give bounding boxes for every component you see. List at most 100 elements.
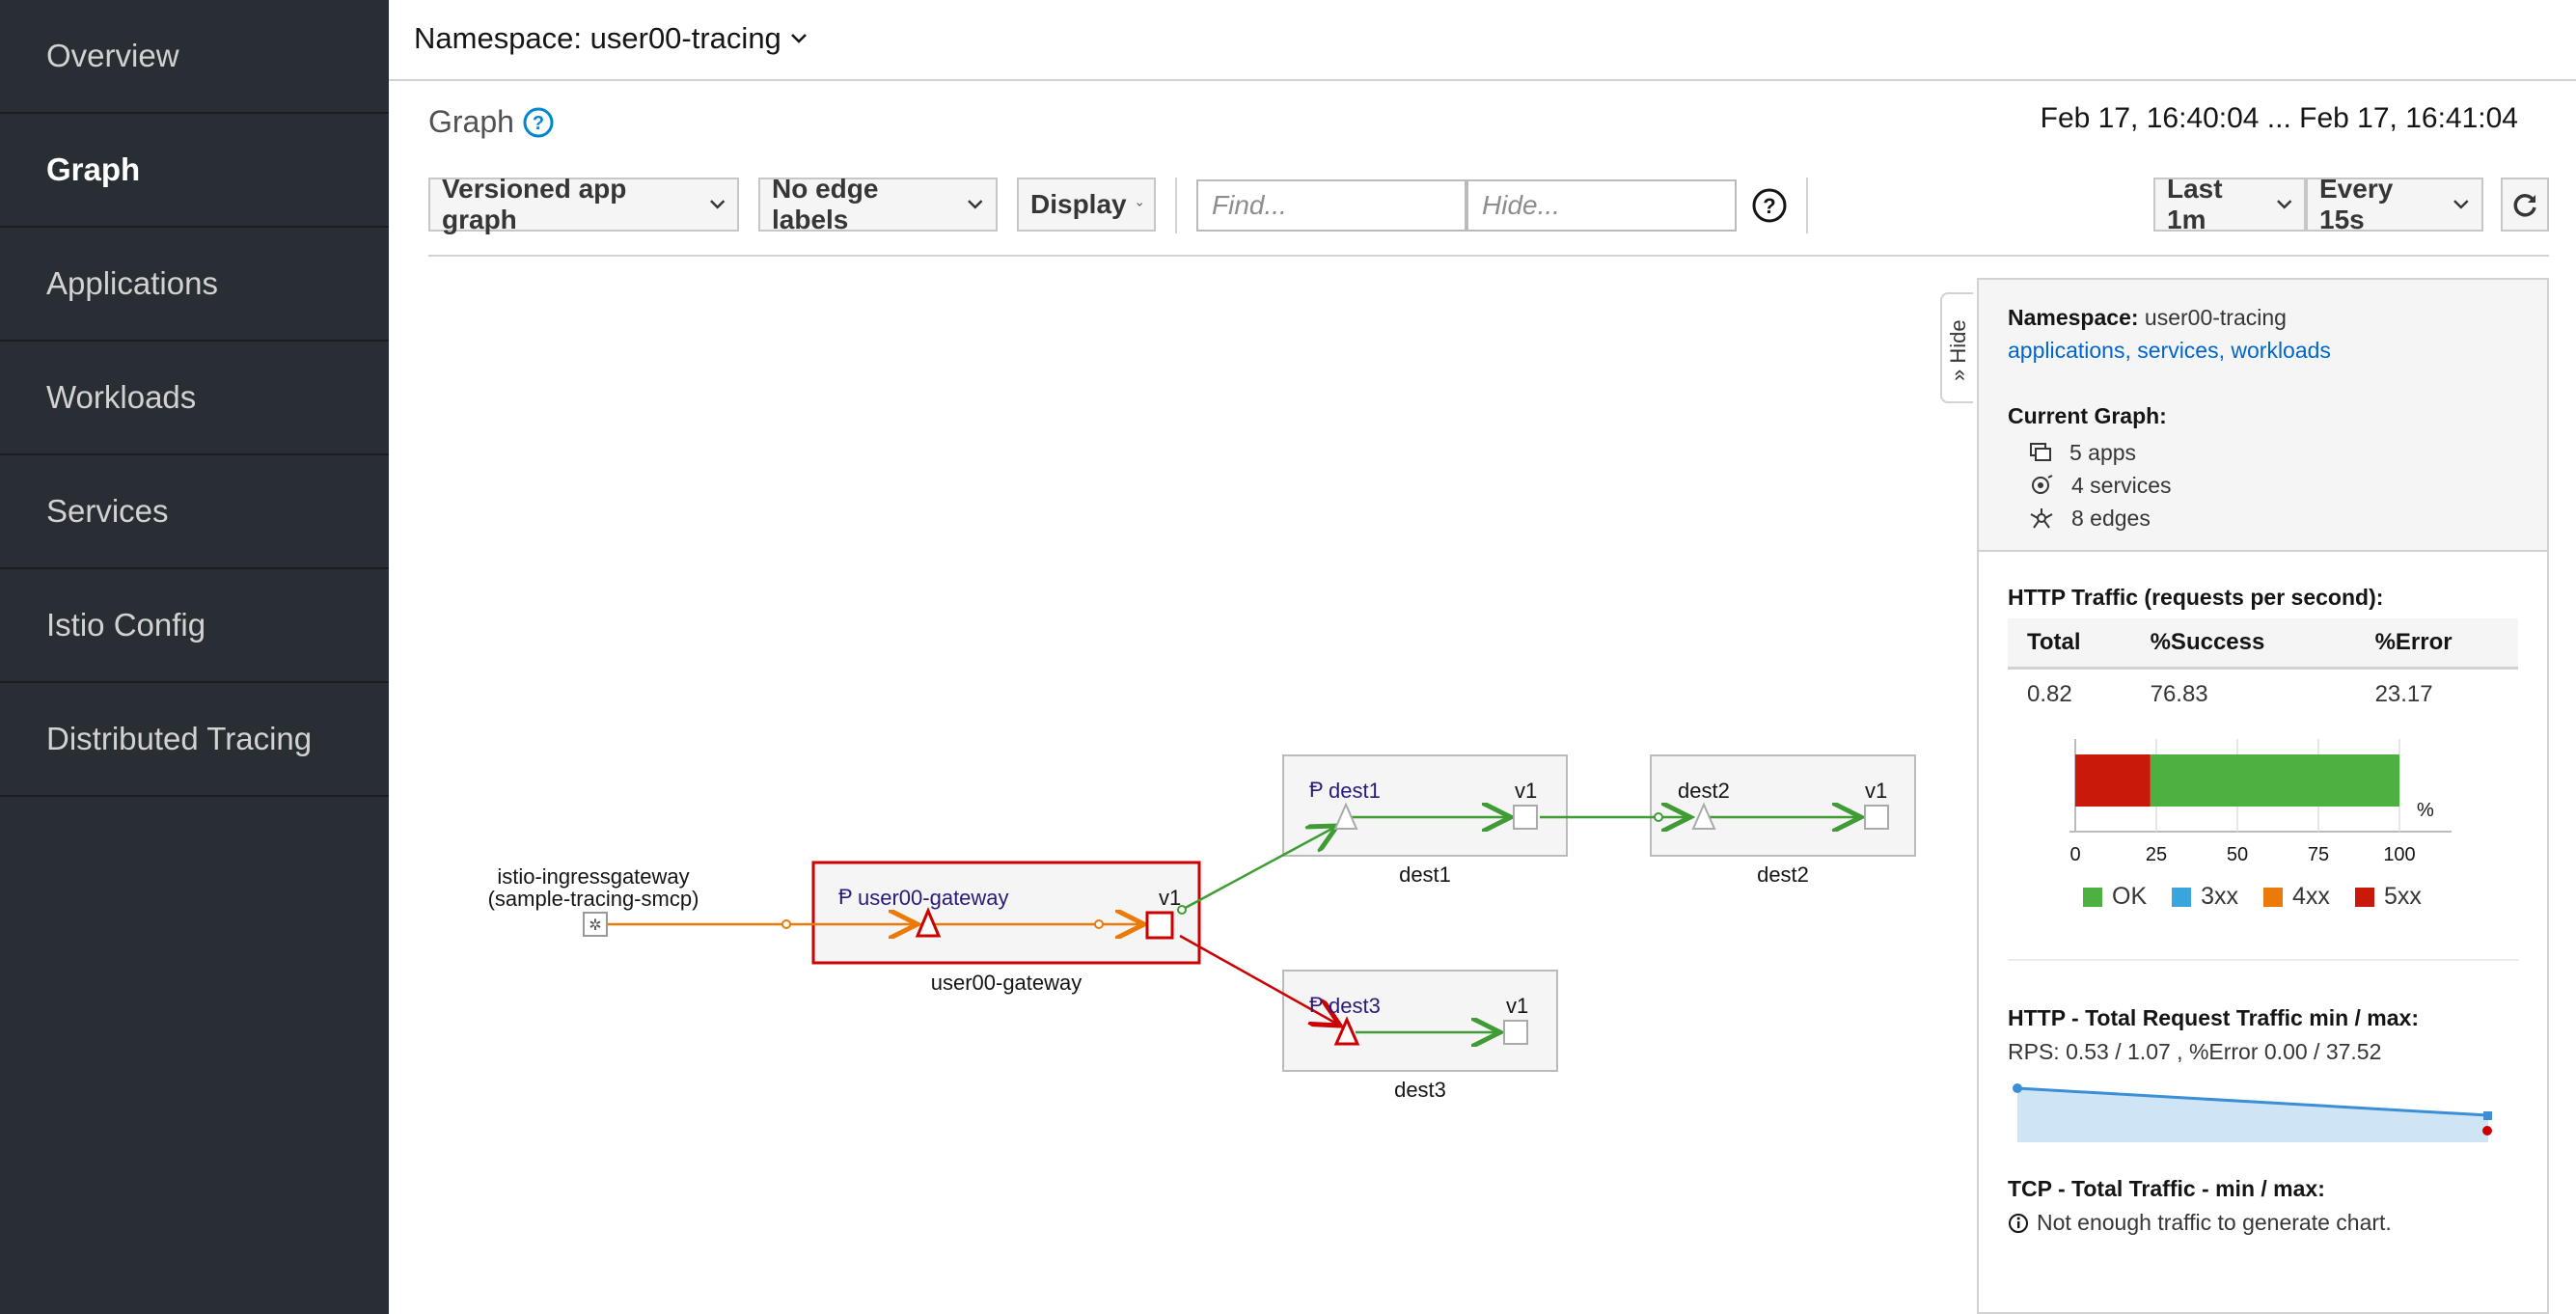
dest2-box-label: dest2 [1757, 862, 1809, 887]
summary-panel: Namespace: user00-tracing applications, … [1977, 278, 2549, 1314]
app-box-gateway[interactable] [811, 861, 1201, 965]
sidebar-item-graph[interactable]: Graph [0, 114, 389, 228]
namespace-summary: Namespace: user00-tracing applications, … [1979, 280, 2547, 552]
apps-count: 5 apps [2069, 439, 2137, 465]
dest1-version-label: v1 [1515, 779, 1537, 803]
services-count: 4 services [2071, 472, 2172, 498]
tick-label: 25 [2146, 844, 2167, 865]
bar-5xx [2075, 754, 2151, 807]
help-icon[interactable]: ? [1751, 187, 1788, 224]
sidebar-item-workloads[interactable]: Workloads [0, 342, 389, 455]
dest1-box-label: dest1 [1399, 862, 1451, 887]
edge-handle [1094, 919, 1104, 929]
display-label: Display [1030, 189, 1127, 219]
workload-node-dest1-v1[interactable] [1513, 805, 1538, 830]
apps-count-row: 5 apps [2008, 436, 2518, 469]
dest2-version-label: v1 [1865, 779, 1887, 803]
dest1-app-label: dest1 [1329, 779, 1381, 803]
sidebar-item-applications[interactable]: Applications [0, 228, 389, 342]
svg-text:?: ? [533, 113, 544, 134]
workload-node-gateway-v1[interactable] [1145, 911, 1174, 940]
chevron-down-icon [2276, 200, 2291, 209]
chevron-down-icon [968, 200, 983, 209]
virtual-service-icon: Ᵽ [1309, 778, 1324, 802]
bar-ok [2150, 754, 2399, 807]
display-dropdown[interactable]: Display [1017, 178, 1156, 232]
tcp-message-row: Not enough traffic to generate chart. [2008, 1210, 2547, 1236]
col-success: %Success [2130, 618, 2356, 670]
namespace-links[interactable]: applications, services, workloads [2008, 338, 2518, 370]
refresh-button[interactable] [2501, 178, 2549, 232]
edge-gateway-dest1[interactable] [1179, 826, 1337, 913]
edges-count: 8 edges [2071, 505, 2151, 531]
col-total: Total [2008, 618, 2131, 670]
info-icon [2009, 1213, 2028, 1233]
gateway-box-label: user00-gateway [931, 971, 1082, 995]
sidebar-item-overview[interactable]: Overview [0, 0, 389, 114]
ingress-node-sublabel: (sample-tracing-smcp) [488, 887, 699, 911]
http-rps-sparkline [2013, 1083, 2492, 1142]
hide-panel-tab[interactable]: » Hide [1940, 292, 1973, 403]
refresh-icon [2513, 194, 2536, 217]
refresh-interval-label: Every 15s [2319, 174, 2394, 234]
duration-label: Last 1m [2167, 174, 2223, 234]
tick-label: 75 [2308, 844, 2329, 865]
dest2-app-label: dest2 [1678, 779, 1730, 803]
dest3-app-label: dest3 [1329, 994, 1381, 1018]
table-row: 0.82 76.83 23.17 [2008, 669, 2518, 721]
chevron-down-icon [709, 200, 725, 209]
svg-text:?: ? [1763, 194, 1775, 218]
current-graph-label: Current Graph: [2008, 403, 2167, 428]
workload-node-dest3-v1[interactable] [1503, 1020, 1528, 1045]
tick-label: 100 [2383, 844, 2415, 865]
toolbar-divider [1806, 178, 1808, 233]
page-title: Graph [428, 104, 514, 139]
cell-total: 0.82 [2027, 681, 2072, 707]
dest3-box-label: dest3 [1394, 1078, 1446, 1102]
tick-label: 0 [2069, 844, 2080, 865]
edges-icon [2030, 508, 2053, 529]
virtual-service-icon: Ᵽ [838, 885, 853, 909]
hide-panel-label: » Hide [1946, 319, 1970, 381]
edge-labels-dropdown[interactable]: No edge labels [758, 174, 998, 234]
edge-handle [781, 919, 791, 929]
namespace-selector[interactable]: Namespace: user00-tracing [414, 21, 808, 56]
http-traffic-table: Total %Success %Error 0.82 76.83 23.17 [2008, 618, 2518, 720]
http-traffic-title: HTTP Traffic (requests per second): [2008, 585, 2384, 610]
namespace-field-value: user00-tracing [2144, 305, 2287, 330]
help-icon[interactable]: ? [522, 106, 555, 139]
duration-dropdown[interactable]: Last 1m [2153, 174, 2306, 234]
gateway-app-label: user00-gateway [858, 886, 1009, 910]
namespace-label: Namespace: user00-tracing [414, 21, 781, 55]
services-icon [2032, 475, 2053, 494]
graph-type-dropdown[interactable]: Versioned app graph [428, 174, 739, 234]
tick-label: 50 [2227, 844, 2248, 865]
http-total-values: RPS: 0.53 / 1.07 , %Error 0.00 / 37.52 [2008, 1039, 2382, 1064]
legend-5xx: 5xx [2354, 883, 2422, 911]
toolbar-divider [1175, 178, 1177, 233]
find-input[interactable]: Find... [1196, 179, 1466, 232]
chevron-down-icon [790, 34, 807, 43]
namespace-field-label: Namespace: [2008, 305, 2139, 330]
legend-3xx: 3xx [2172, 883, 2238, 911]
tcp-total-title: TCP - Total Traffic - min / max: [2008, 1176, 2325, 1201]
chevron-down-icon [2453, 200, 2469, 209]
legend-ok: OK [2083, 883, 2147, 911]
hide-input[interactable]: Hide... [1466, 179, 1737, 232]
traffic-legend: OK 3xx 4xx 5xx [2083, 883, 2547, 911]
sidebar-item-istio-config[interactable]: Istio Config [0, 569, 389, 683]
refresh-interval-dropdown[interactable]: Every 15s [2306, 174, 2483, 234]
edges-count-row: 8 edges [2008, 502, 2518, 534]
section-divider [2008, 959, 2519, 961]
ingress-node-label: istio-ingressgateway [497, 864, 689, 889]
legend-4xx: 4xx [2263, 883, 2330, 911]
dest3-version-label: v1 [1506, 994, 1528, 1018]
col-error: %Error [2355, 618, 2518, 670]
services-count-row: 4 services [2008, 469, 2518, 502]
sidebar-item-services[interactable]: Services [0, 455, 389, 569]
service-graph[interactable]: ✲ istio-ingressgateway (sample-tracing-s… [389, 257, 1932, 1314]
tcp-message: Not enough traffic to generate chart. [2037, 1210, 2392, 1235]
sidebar-item-distributed-tracing[interactable]: Distributed Tracing [0, 683, 389, 797]
graph-type-label: Versioned app graph [442, 174, 627, 234]
workload-node-dest2-v1[interactable] [1864, 805, 1889, 830]
